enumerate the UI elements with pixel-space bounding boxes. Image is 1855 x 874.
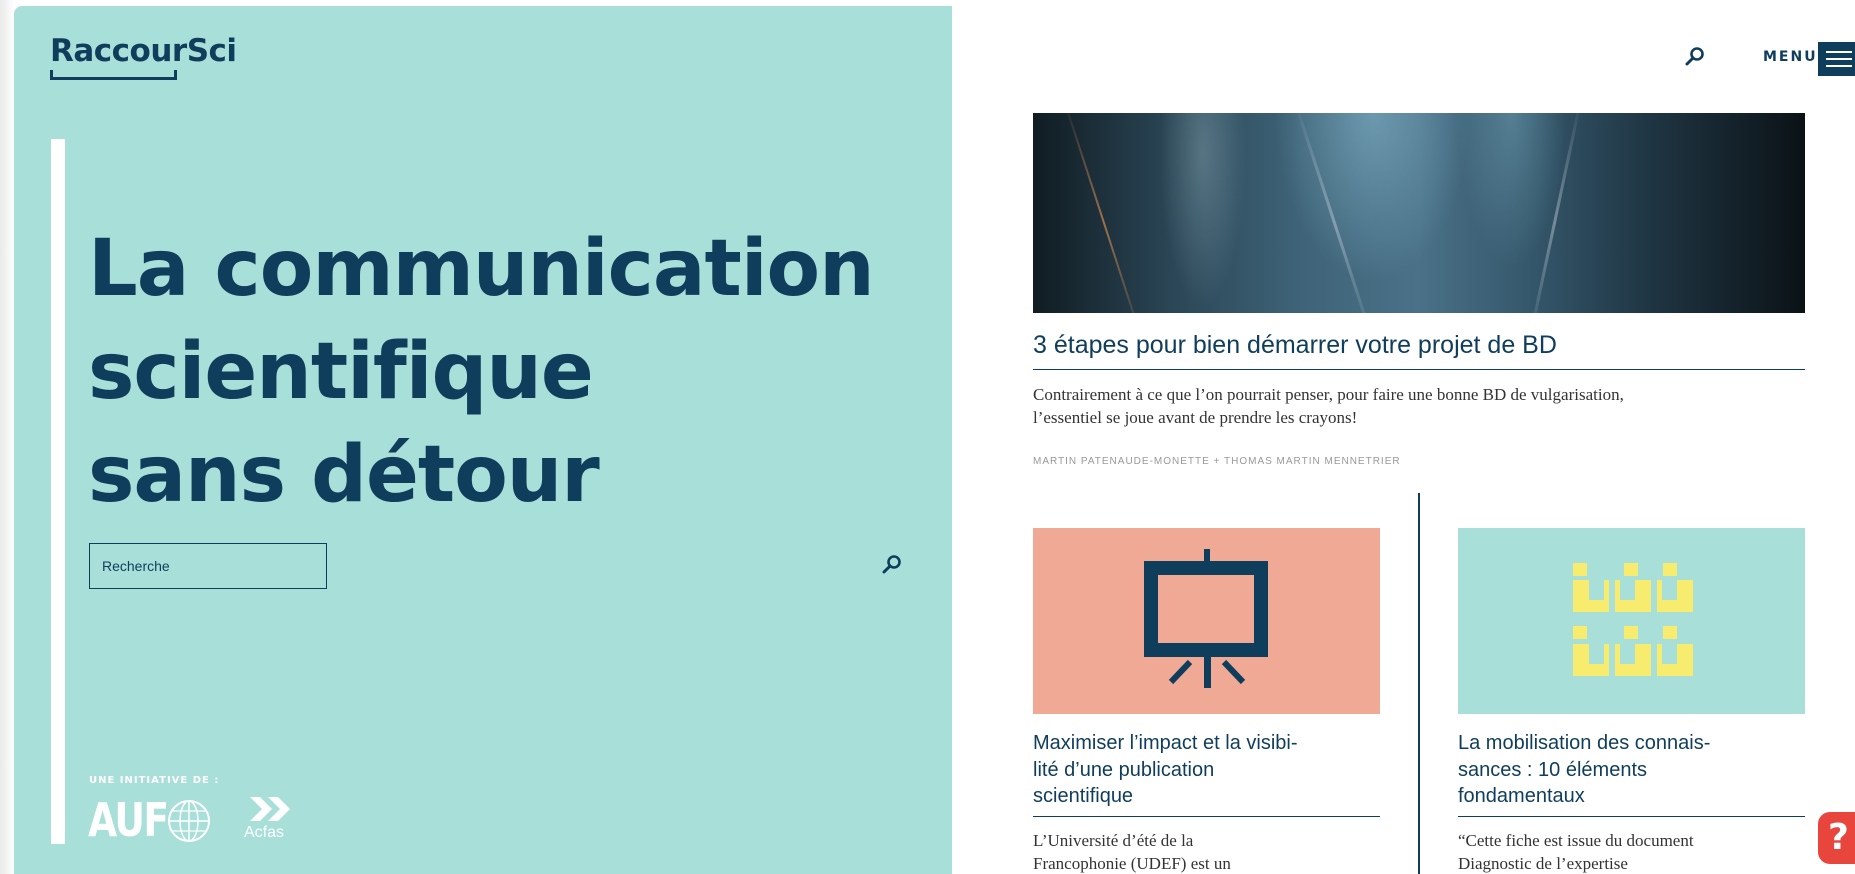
acfas-logo-text: Acfas bbox=[244, 824, 285, 841]
featured-article-image[interactable] bbox=[1033, 113, 1805, 313]
page-edge-shadow bbox=[0, 0, 14, 874]
light-streak bbox=[1526, 113, 1583, 313]
search-icon[interactable] bbox=[880, 553, 904, 577]
logo-underline bbox=[50, 70, 177, 80]
hero-accent-bar bbox=[51, 139, 65, 844]
title-line: fondamentaux bbox=[1458, 785, 1585, 807]
page: RaccourSci La communication scientifique… bbox=[0, 0, 1855, 874]
title-line: lité d’une publication bbox=[1033, 758, 1215, 781]
hamburger-bar bbox=[1826, 58, 1852, 60]
menu-label[interactable]: MENU bbox=[1763, 49, 1818, 65]
hamburger-icon[interactable] bbox=[1818, 42, 1855, 76]
search-icon[interactable] bbox=[1683, 45, 1707, 69]
article-card-excerpt: “Cette fiche est issue du document Diagn… bbox=[1458, 829, 1788, 874]
hero-search-input[interactable] bbox=[89, 543, 327, 589]
initiative-label: UNE INITIATIVE DE : bbox=[89, 775, 220, 786]
title-line: La mobilisation des connais- bbox=[1458, 732, 1711, 754]
site-logo[interactable]: RaccourSci bbox=[50, 36, 237, 67]
featured-article-title[interactable]: 3 étapes pour bien démarrer votre projet… bbox=[1033, 330, 1805, 370]
hero-panel: RaccourSci La communication scientifique… bbox=[14, 6, 952, 874]
presentation-board-icon bbox=[1144, 549, 1268, 688]
building-blocks-icon bbox=[1573, 563, 1693, 676]
article-card-title[interactable]: La mobilisation des connais- sances : 10… bbox=[1458, 730, 1805, 817]
article-card-title[interactable]: Maximiser l’impact et la visibi- lité d’… bbox=[1033, 730, 1380, 817]
hamburger-bar bbox=[1826, 65, 1852, 67]
column-divider bbox=[1418, 493, 1420, 874]
featured-article-excerpt: Contrairement à ce que l’on pourrait pen… bbox=[1033, 385, 1624, 427]
hamburger-bar bbox=[1826, 51, 1852, 53]
title-line: scientifique bbox=[1033, 785, 1134, 807]
hero-title: La communication scientifique sans détou… bbox=[88, 218, 908, 527]
title-line: Maximiser l’impact et la visibi- bbox=[1033, 732, 1298, 754]
article-card-image[interactable] bbox=[1458, 528, 1805, 714]
light-streak bbox=[1292, 113, 1377, 313]
excerpt-line: Diagnostic de l’expertise bbox=[1458, 854, 1628, 873]
excerpt-line: Francophonie (UDEF) est un bbox=[1033, 854, 1231, 873]
globe-icon bbox=[168, 800, 210, 842]
hero-title-line: scientifique bbox=[88, 327, 594, 417]
auf-logo[interactable]: AUF bbox=[88, 794, 218, 846]
featured-article-authors[interactable]: MARTIN PATENAUDE-MONETTE + THOMAS MARTIN… bbox=[1033, 456, 1401, 467]
acfas-logo[interactable]: Acfas bbox=[244, 794, 304, 846]
auf-logo-text: AUF bbox=[88, 793, 169, 847]
excerpt-line: L’Université d’été de la bbox=[1033, 831, 1194, 850]
article-card-image[interactable] bbox=[1033, 528, 1380, 714]
help-icon[interactable]: ? bbox=[1818, 812, 1855, 864]
excerpt-line: “Cette fiche est issue du document bbox=[1458, 831, 1694, 850]
title-line: sances : 10 éléments bbox=[1458, 758, 1647, 781]
double-chevron-icon bbox=[250, 797, 290, 821]
article-card-excerpt: L’Université d’été de la Francophonie (U… bbox=[1033, 829, 1363, 874]
light-streak bbox=[1062, 113, 1146, 313]
hero-title-line: sans détour bbox=[88, 430, 600, 520]
hero-title-line: La communication bbox=[88, 224, 875, 314]
